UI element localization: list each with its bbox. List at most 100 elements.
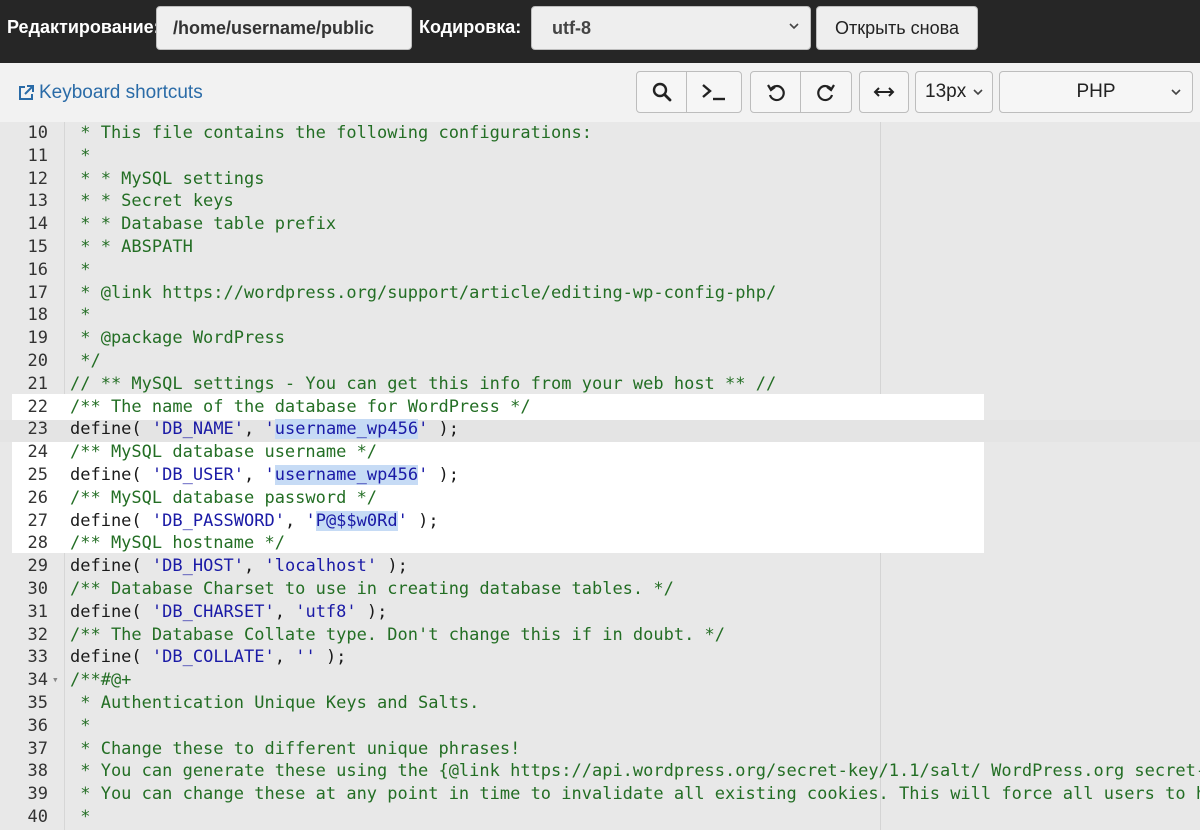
code-token: 'utf8' [295,601,357,622]
line-number: 20 [27,351,48,371]
search-icon [652,82,671,102]
code-token: * [70,715,91,736]
line-number: 29 [27,556,48,577]
code-token: ( [131,419,152,440]
font-size-value: 13px [925,81,967,102]
terminal-button[interactable] [686,71,742,113]
code-token: * * MySQL settings [70,168,265,189]
chevron-down-icon [1171,89,1181,96]
line-number: 34 [27,670,48,691]
code-line[interactable]: 22 /** The name of the database for WordP… [0,396,1200,419]
code-line[interactable]: 20 */ [0,350,1200,373]
language-mode-value: PHP [1076,81,1116,102]
line-number: 14 [27,214,48,235]
code-line[interactable]: 36 * [0,715,1200,738]
code-line[interactable]: 38 * You can generate these using the {@… [0,760,1200,783]
code-text: /** MySQL database password */ [70,487,377,510]
code-line[interactable]: 12 * * MySQL settings [0,168,1200,191]
code-token: 'DB_NAME' [151,419,245,440]
code-token: define [70,465,132,485]
code-line[interactable]: 24 /** MySQL database username */ [0,441,1200,464]
code-line[interactable]: 17 * @link https://wordpress.org/support… [0,282,1200,305]
code-editor[interactable]: 10 * This file contains the following co… [0,122,1200,830]
code-line[interactable]: 35 * Authentication Unique Keys and Salt… [0,692,1200,715]
code-token: , [244,465,265,485]
code-token: * * Database table prefix [70,214,337,235]
code-line[interactable]: 33 define( 'DB_COLLATE', '' ); [0,646,1200,669]
encoding-select[interactable]: utf-8 [531,6,811,50]
language-mode-select[interactable]: PHP [999,71,1193,113]
code-text: * This file contains the following confi… [70,122,592,145]
keyboard-shortcuts-label: Keyboard shortcuts [39,82,203,103]
code-text: * [70,259,90,282]
code-text: * [70,304,90,327]
code-line[interactable]: 13 * * Secret keys [0,190,1200,213]
undo-button[interactable] [750,71,801,113]
code-token: ); [407,510,439,531]
code-line[interactable]: 29 define( 'DB_HOST', 'localhost' ); [0,555,1200,578]
code-token: ); [428,465,460,485]
code-text: */ [70,350,100,373]
code-token: 'DB_COLLATE' [151,647,275,668]
line-number: 11 [27,145,48,166]
code-line[interactable]: 16 * [0,259,1200,282]
editor-toolbar: Keyboard shortcuts 13px PHP [0,63,1200,123]
code-text: define( 'DB_CHARSET', 'utf8' ); [70,601,387,624]
code-line[interactable]: 31 define( 'DB_CHARSET', 'utf8' ); [0,601,1200,624]
line-number: 31 [27,601,48,622]
redo-button[interactable] [800,71,852,113]
code-token: define [70,510,132,531]
code-line[interactable]: 21 // ** MySQL settings - You can get thi… [0,373,1200,396]
code-text: * * Secret keys [70,190,234,213]
code-token: 'DB_CHARSET' [151,601,275,622]
code-token: define [70,556,132,577]
keyboard-shortcuts-link[interactable]: Keyboard shortcuts [17,82,203,104]
terminal-icon [702,84,725,101]
code-line[interactable]: 27 define( 'DB_PASSWORD', 'P@$$w0Rd' ); [0,510,1200,533]
code-token: '' [295,647,316,668]
code-text: * * MySQL settings [70,168,264,191]
code-line[interactable]: 10 * This file contains the following co… [0,122,1200,145]
code-line[interactable]: 30 /** Database Charset to use in creatin… [0,578,1200,601]
code-line[interactable]: 32 /** The Database Collate type. Don't c… [0,624,1200,647]
code-text: /** The name of the database for WordPre… [70,396,531,419]
search-button[interactable] [636,71,687,113]
font-size-select[interactable]: 13px [915,71,993,113]
code-token: 'DB_HOST' [151,556,245,577]
code-line[interactable]: 25 define( 'DB_USER', 'username_wp456' ); [0,464,1200,487]
code-text: define( 'DB_HOST', 'localhost' ); [70,555,408,578]
code-line[interactable]: 26 /** MySQL database password */ [0,487,1200,510]
encoding-label: Кодировка: [419,17,522,37]
code-line[interactable]: 23 define( 'DB_NAME', 'username_wp456' ); [0,418,1200,441]
code-line[interactable]: 14 * * Database table prefix [0,213,1200,236]
code-line[interactable]: 18 * [0,304,1200,327]
edit-label: Редактирование: [7,17,160,37]
reopen-button[interactable]: Открыть снова [816,6,978,50]
code-line[interactable]: 11 * [0,145,1200,168]
code-token: // ** MySQL settings - You can get this … [70,373,777,394]
reopen-button-label: Открыть снова [834,17,959,38]
code-token: ( [131,465,152,485]
code-text: * @link https://wordpress.org/support/ar… [70,282,776,305]
code-line[interactable]: 28 /** MySQL hostname */ [0,532,1200,555]
code-line[interactable]: 40 * [0,806,1200,829]
file-path-field[interactable]: /home/username/public [156,6,412,50]
code-token: define [70,419,132,440]
code-text: * [70,715,90,738]
code-token: username_wp456 [274,465,419,485]
code-text: define( 'DB_USER', 'username_wp456' ); [70,464,459,487]
code-line[interactable]: 15 * * ABSPATH [0,236,1200,259]
code-line[interactable]: 19 * @package WordPress [0,327,1200,350]
code-token: ( [131,556,152,577]
code-line[interactable]: 34 ▾ /**#@+ [0,669,1200,692]
code-line[interactable]: 37 * Change these to different unique ph… [0,738,1200,761]
fold-toggle-icon[interactable]: ▾ [52,669,59,692]
code-token: * Change these to different unique phras… [70,738,521,759]
code-token: , [274,601,296,622]
wrap-toggle-button[interactable] [859,71,909,113]
line-number: 10 [27,123,48,143]
code-line[interactable]: 39 * You can change these at any point i… [0,783,1200,806]
code-token: * @link https://wordpress.org/support/ar… [70,282,777,303]
code-text: /** MySQL database username */ [70,441,377,464]
code-token: 'DB_USER' [151,465,245,485]
